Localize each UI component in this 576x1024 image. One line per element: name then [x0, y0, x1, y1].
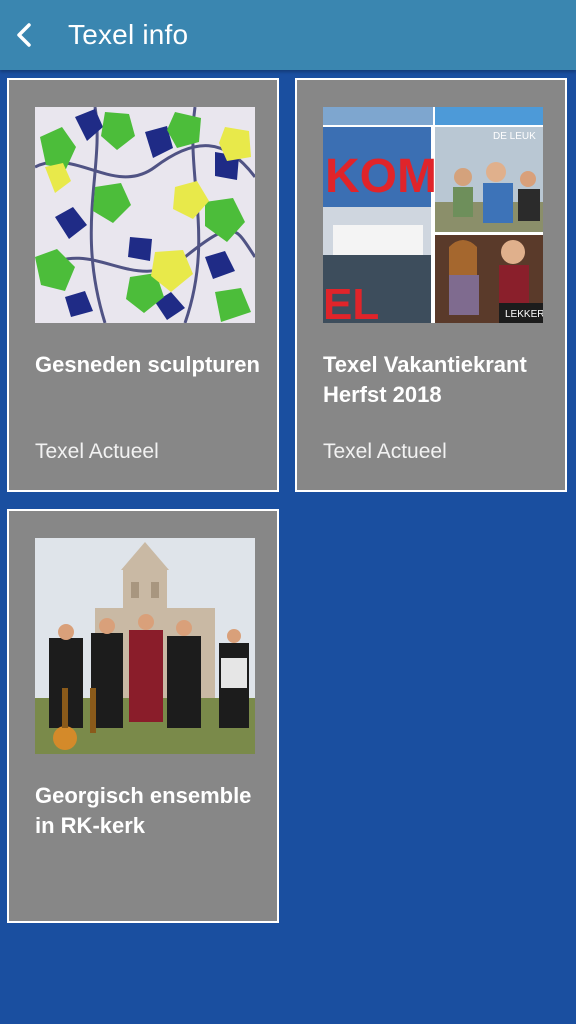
app-bar: Texel info — [0, 0, 576, 70]
article-source: Texel Actueel — [35, 440, 159, 463]
svg-text:KOM: KOM — [325, 150, 437, 203]
svg-text:LEKKER: LEKKER — [505, 309, 543, 320]
article-thumbnail — [35, 538, 255, 754]
article-source: Texel Actueel — [323, 440, 447, 463]
article-card-georgisch-ensemble[interactable]: Georgisch ensemble in RK-kerk — [7, 509, 279, 923]
chevron-left-icon — [17, 23, 31, 47]
article-card-sculptures[interactable]: Gesneden sculpturen Texel Actueel — [7, 78, 279, 492]
article-title: Texel Vakantiekrant Herfst 2018 — [323, 352, 527, 407]
back-button[interactable] — [4, 15, 44, 55]
article-title: Gesneden sculpturen — [35, 352, 260, 377]
article-thumbnail — [35, 107, 255, 323]
article-title: Georgisch ensemble in RK-kerk — [35, 783, 252, 838]
article-card-vakantiekrant[interactable]: KOM EL DE LEUK LEKKER Texel Vakantiekran… — [295, 78, 567, 492]
article-thumbnail: KOM EL DE LEUK LEKKER — [323, 107, 543, 323]
svg-text:EL: EL — [323, 280, 379, 323]
svg-text:DE LEUK: DE LEUK — [493, 131, 536, 142]
page-title: Texel info — [68, 19, 189, 50]
